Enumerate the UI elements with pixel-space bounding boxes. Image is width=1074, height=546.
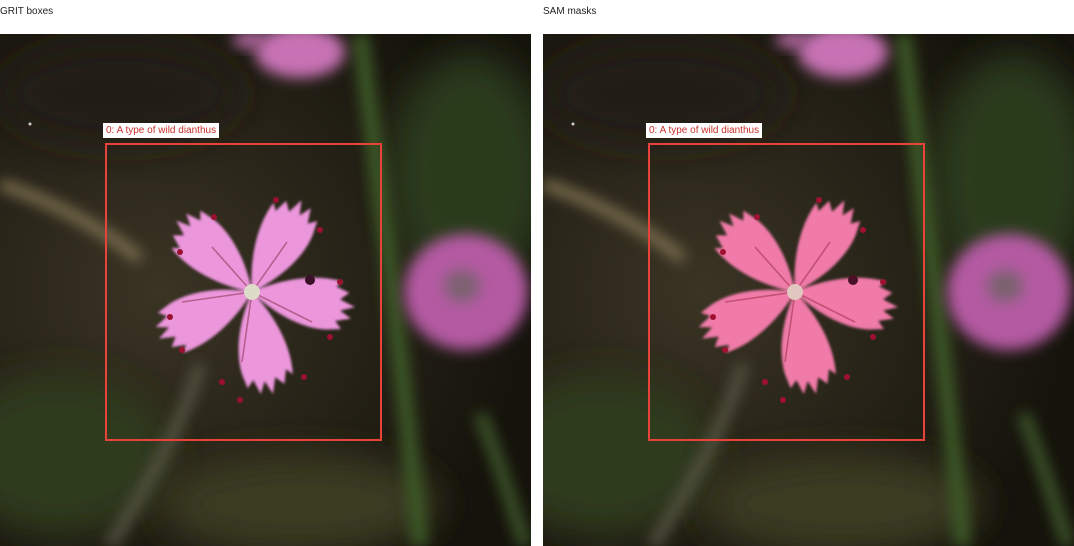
detection-box — [105, 143, 382, 441]
panel-title-grit: GRIT boxes — [0, 6, 54, 17]
detection-label-sam: 0: A type of wild dianthus — [646, 123, 763, 138]
detection-box-sam — [648, 143, 925, 441]
image-panel-sam: 0: A type of wild dianthus — [543, 34, 1074, 546]
panel-title-sam: SAM masks — [543, 6, 597, 17]
detection-label: 0: A type of wild dianthus — [103, 123, 220, 138]
image-panel-grit: 0: A type of wild dianthus — [0, 34, 531, 546]
